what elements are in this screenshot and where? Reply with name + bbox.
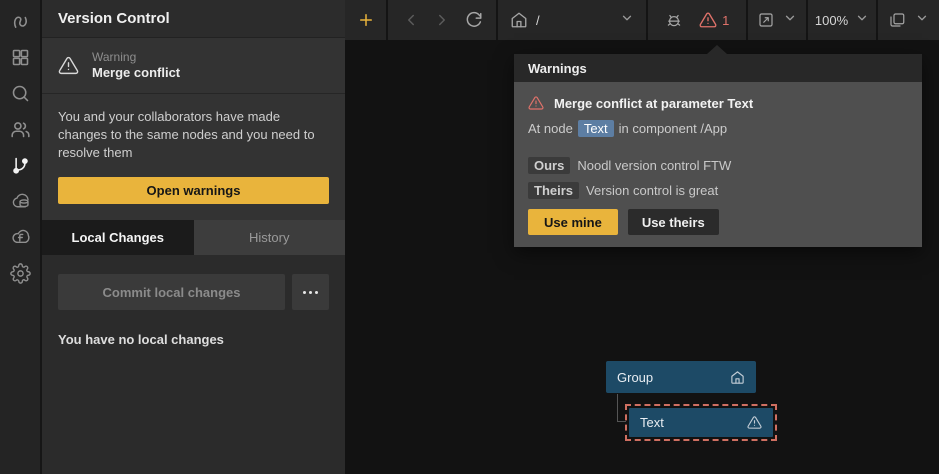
popup-notch — [707, 45, 727, 54]
use-mine-button[interactable]: Use mine — [528, 209, 618, 235]
collaborators-icon[interactable] — [6, 116, 34, 143]
node-name-badge: Text — [578, 120, 614, 137]
panel-header: Version Control — [42, 0, 345, 38]
canvas-toolbar: / — [345, 0, 939, 40]
commit-local-changes-button[interactable]: Commit local changes — [58, 274, 285, 310]
panel-tabs: Local Changes History — [42, 220, 345, 255]
chevron-down-icon — [855, 11, 869, 30]
back-button[interactable] — [402, 11, 420, 29]
cloud-functions-icon[interactable] — [6, 224, 34, 251]
debug-bug-icon[interactable] — [665, 11, 683, 29]
no-local-changes-message: You have no local changes — [58, 332, 329, 347]
warning-triangle-icon — [58, 55, 79, 76]
open-warnings-button[interactable]: Open warnings — [58, 177, 329, 204]
warning-title: Merge conflict — [92, 65, 180, 81]
popup-body: Merge conflict at parameter Text At node… — [514, 82, 922, 247]
component-path: / — [536, 13, 540, 28]
version-control-icon[interactable] — [6, 152, 34, 179]
theirs-row: Theirs Version control is great — [528, 180, 908, 200]
refresh-button[interactable] — [465, 11, 483, 29]
ours-row: Ours Noodl version control FTW — [528, 155, 908, 175]
canvas-stage: / — [345, 0, 939, 474]
zoom-level: 100% — [815, 13, 848, 28]
settings-icon[interactable] — [6, 260, 34, 287]
preview-size-selector[interactable] — [748, 0, 808, 40]
app-window: Version Control Warning Merge conflict Y… — [0, 0, 939, 474]
home-icon — [730, 370, 745, 385]
node-text-conflict[interactable]: Text — [625, 404, 777, 441]
warning-triangle-icon — [528, 95, 544, 111]
warnings-popup: Warnings Merge conflict at parameter Tex… — [514, 54, 922, 247]
popup-title: Warnings — [528, 61, 587, 76]
cloud-services-icon[interactable] — [6, 188, 34, 215]
warning-label: Warning — [92, 50, 180, 65]
node-title: Group — [617, 370, 730, 385]
local-changes-content: Commit local changes You have no local c… — [42, 255, 345, 474]
chevron-down-icon — [783, 11, 797, 30]
windows-selector[interactable] — [878, 0, 939, 40]
add-node-button[interactable] — [357, 11, 375, 29]
panel-title: Version Control — [58, 10, 170, 27]
conflict-description: You and your collaborators have made cha… — [58, 108, 329, 162]
search-icon[interactable] — [6, 80, 34, 107]
warnings-indicator[interactable]: 1 — [699, 11, 729, 29]
expand-preview-icon — [757, 11, 775, 29]
merge-conflict-summary: Warning Merge conflict — [42, 38, 345, 94]
theirs-badge: Theirs — [528, 182, 579, 199]
conflict-description-block: You and your collaborators have made cha… — [42, 94, 345, 220]
conflict-location: At node Text in component /App — [528, 118, 908, 138]
components-icon[interactable] — [6, 44, 34, 71]
popup-header: Warnings — [514, 54, 922, 82]
noodl-logo-icon[interactable] — [6, 8, 34, 35]
more-options-icon — [303, 291, 306, 294]
ours-badge: Ours — [528, 157, 570, 174]
more-options-button[interactable] — [292, 274, 329, 310]
chevron-down-icon — [620, 11, 634, 30]
use-theirs-button[interactable]: Use theirs — [628, 209, 719, 235]
forward-button[interactable] — [433, 11, 451, 29]
zoom-selector[interactable]: 100% — [808, 0, 878, 40]
theirs-value: Version control is great — [586, 183, 718, 198]
warning-count-badge: 1 — [722, 13, 729, 28]
warning-triangle-icon — [699, 11, 717, 29]
node-group[interactable]: Group — [606, 361, 756, 393]
stacked-windows-icon — [888, 11, 906, 29]
ours-value: Noodl version control FTW — [577, 158, 731, 173]
conflict-title: Merge conflict at parameter Text — [554, 96, 753, 111]
icon-rail — [0, 0, 42, 474]
chevron-down-icon — [915, 11, 929, 30]
tab-local-changes[interactable]: Local Changes — [42, 220, 194, 255]
home-icon — [510, 11, 528, 29]
tab-history[interactable]: History — [194, 220, 346, 255]
warning-triangle-icon — [747, 415, 762, 430]
node-title: Text — [640, 415, 747, 430]
component-path-selector[interactable]: / — [498, 0, 648, 40]
version-control-panel: Version Control Warning Merge conflict Y… — [42, 0, 345, 474]
